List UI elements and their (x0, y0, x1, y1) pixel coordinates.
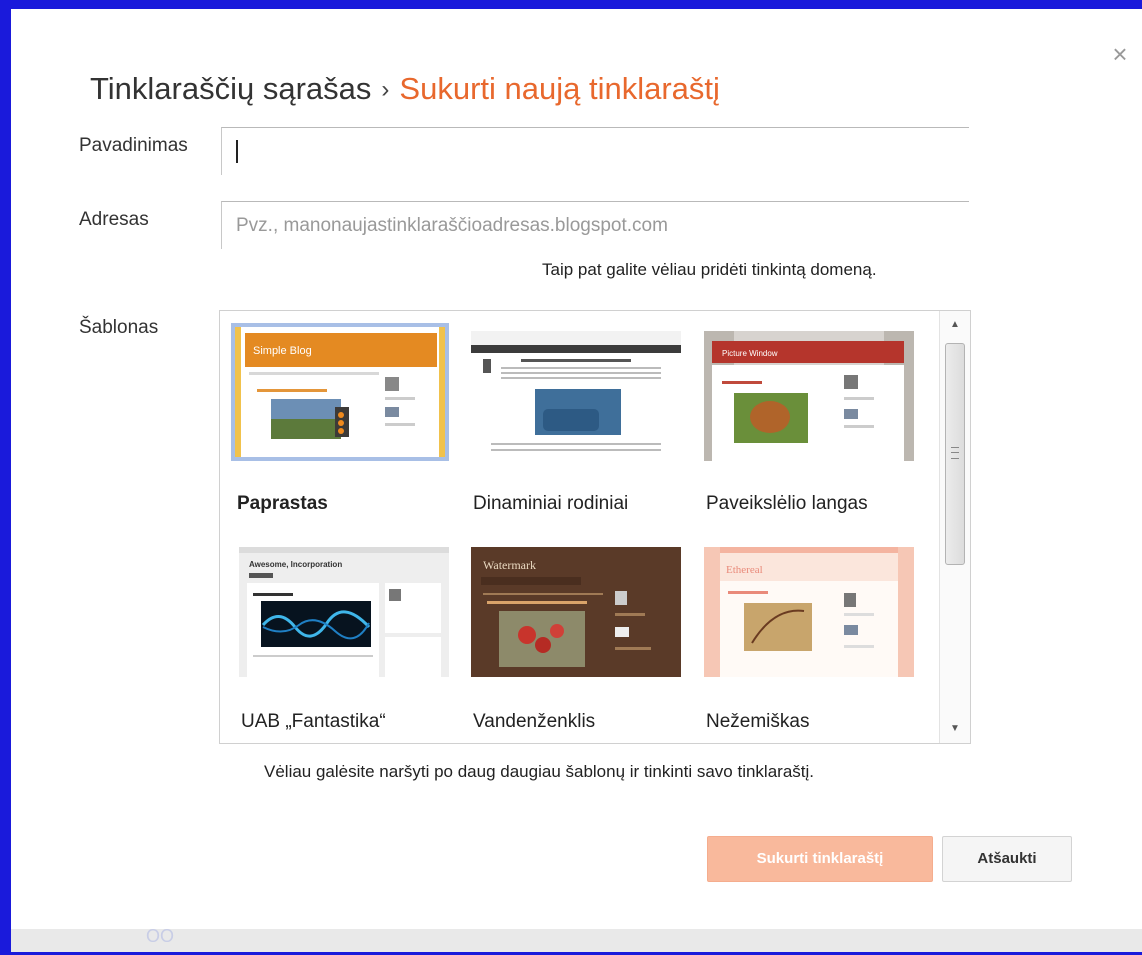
scrollbar-thumb[interactable] (945, 343, 965, 565)
template-watermark-name[interactable]: Vandenženklis (473, 711, 595, 733)
breadcrumb-current: Sukurti naują tinklaraštį (399, 71, 720, 106)
breadcrumb-blog-list-link[interactable]: Tinklaraščių sąrašas (90, 71, 371, 106)
address-placeholder: Pvz., manonaujastinklaraščioadresas.blog… (236, 215, 668, 236)
domain-hint: Taip pat galite vėliau pridėti tinkintą … (542, 260, 877, 279)
template-ethereal-name[interactable]: Nežemiškas (706, 711, 809, 733)
template-dynamic-views-thumbnail[interactable] (471, 331, 681, 461)
template-picker[interactable]: Simple Blog Paprastas Dinaminiai rodinia… (219, 310, 971, 744)
thumb-title-simple: Simple Blog (253, 345, 312, 357)
breadcrumb-separator-icon: › (381, 76, 390, 103)
close-icon[interactable]: × (1107, 41, 1133, 67)
template-awesome-inc-name[interactable]: UAB „Fantastika“ (241, 711, 386, 733)
thumb-title-awesome-inc: Awesome, Incorporation (249, 560, 342, 569)
footer-fragment: OO (146, 926, 175, 946)
template-picture-window-name[interactable]: Paveikslėlio langas (706, 493, 868, 515)
scroll-down-icon[interactable]: ▼ (940, 719, 970, 739)
scrollbar-grip-icon (951, 447, 959, 459)
template-watermark-thumbnail[interactable]: Watermark (471, 547, 681, 677)
templates-hint: Vėliau galėsite naršyti po daug daugiau … (264, 762, 814, 781)
thumb-title-picture-window: Picture Window (722, 349, 778, 358)
text-caret (236, 140, 238, 163)
thumb-title-watermark: Watermark (483, 558, 536, 572)
template-simple-name[interactable]: Paprastas (237, 493, 328, 515)
template-ethereal-thumbnail[interactable]: Ethereal (704, 547, 914, 677)
page-title: Tinklaraščių sąrašas › Sukurti naują tinkl… (90, 71, 720, 107)
name-label: Pavadinimas (79, 135, 188, 156)
page-footer-strip (11, 929, 1142, 952)
address-field[interactable]: Pvz., manonaujastinklaraščioadresas.blog… (221, 201, 969, 249)
create-blog-button[interactable]: Sukurti tinklaraštį (707, 836, 933, 882)
cancel-button[interactable]: Atšaukti (942, 836, 1072, 882)
name-field[interactable] (221, 127, 969, 175)
template-awesome-inc-thumbnail[interactable]: Awesome, Incorporation (239, 547, 449, 677)
template-scrollbar[interactable]: ▲ ▼ (939, 311, 970, 743)
template-label: Šablonas (79, 317, 159, 338)
template-simple-thumbnail[interactable]: Simple Blog (231, 323, 449, 461)
template-dynamic-views-name[interactable]: Dinaminiai rodiniai (473, 493, 628, 515)
template-picture-window-thumbnail[interactable]: Picture Window (704, 331, 914, 461)
scroll-up-icon[interactable]: ▲ (940, 315, 970, 335)
address-label: Adresas (79, 209, 149, 230)
thumb-title-ethereal: Ethereal (726, 564, 763, 576)
